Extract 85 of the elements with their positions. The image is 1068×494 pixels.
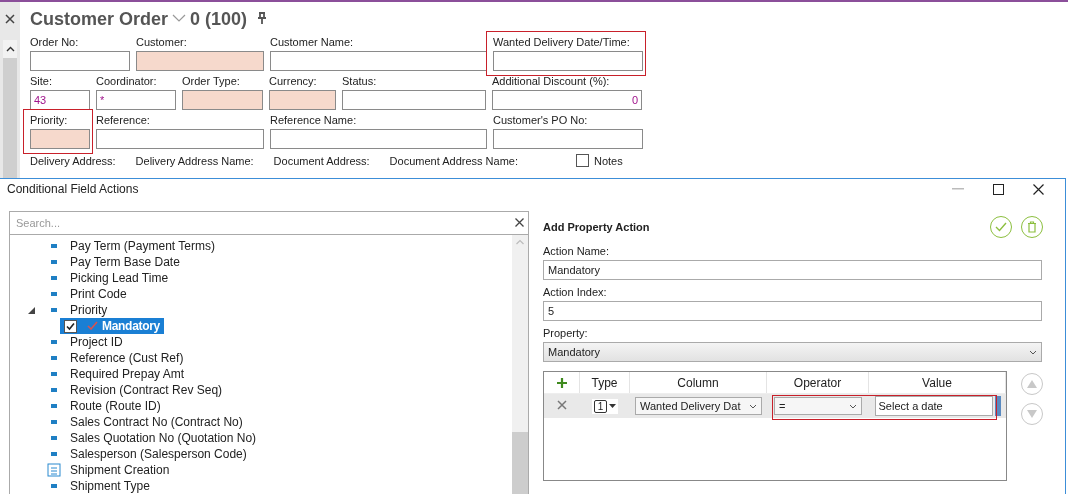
- chevron-down-icon[interactable]: [1029, 349, 1037, 355]
- tree-item[interactable]: Shipment Type: [70, 479, 150, 493]
- tree-item[interactable]: Sales Contract No (Contract No): [70, 415, 243, 429]
- field-label: Delivery Address Name:: [135, 154, 254, 167]
- checkbox[interactable]: [64, 319, 77, 333]
- page-title: Customer Order: [30, 8, 169, 30]
- date-field[interactable]: Select a date: [874, 396, 993, 416]
- input-field[interactable]: 43: [30, 90, 90, 110]
- chevron-down-icon[interactable]: [749, 403, 757, 409]
- tree-item[interactable]: Revision (Contract Rev Seq): [70, 383, 223, 397]
- input-field[interactable]: [270, 129, 487, 149]
- input-field[interactable]: [493, 129, 643, 149]
- scrollbar-thumb[interactable]: [512, 432, 528, 494]
- tree-item[interactable]: Pay Term Base Date: [70, 255, 180, 269]
- input-field[interactable]: Mandatory: [543, 260, 1042, 280]
- pin-icon[interactable]: [257, 11, 268, 27]
- dialog-title: Conditional Field Actions: [7, 182, 140, 196]
- field-label: Additional Discount (%):: [492, 75, 611, 87]
- tree-item[interactable]: Required Prepay Amt: [70, 367, 185, 381]
- input-field[interactable]: [30, 51, 130, 71]
- list-icon: [46, 463, 62, 477]
- input-field[interactable]: 0: [492, 90, 642, 110]
- column-header: Type: [580, 372, 630, 393]
- required-input-field[interactable]: [136, 51, 264, 71]
- required-input-field[interactable]: [269, 90, 336, 110]
- field-label: Document Address:: [273, 154, 370, 167]
- column-header: Value: [869, 372, 1006, 393]
- field-label: Reference:: [96, 114, 151, 126]
- notes-label: Notes: [594, 154, 623, 167]
- field-label: Delivery Address:: [30, 154, 116, 167]
- required-input-field[interactable]: [30, 129, 90, 149]
- clear-icon[interactable]: [515, 217, 524, 229]
- field-label: Wanted Delivery Date/Time:: [493, 36, 631, 48]
- tree-item[interactable]: Reference (Cust Ref): [70, 351, 184, 365]
- tree-item[interactable]: Salesperson (Salesperson Code): [70, 447, 247, 461]
- down-triangle-icon: [1027, 410, 1037, 418]
- notes-checkbox[interactable]: [576, 154, 589, 167]
- column-header: Operator: [767, 372, 869, 393]
- up-triangle-icon: [1027, 380, 1037, 388]
- tree-item[interactable]: Project ID: [70, 335, 123, 349]
- scroll-up-icon[interactable]: [3, 40, 17, 58]
- field-label: Order Type:: [182, 75, 241, 87]
- section-heading: Add Property Action: [543, 221, 651, 233]
- field-label: Property:: [543, 327, 589, 339]
- tree-item[interactable]: Sales Quotation No (Quotation No): [70, 431, 257, 445]
- input-field[interactable]: 5: [543, 301, 1042, 321]
- input-field[interactable]: [493, 51, 643, 71]
- input-field[interactable]: [342, 90, 486, 110]
- field-label: Order No:: [30, 36, 80, 48]
- checkmark-icon: [995, 222, 1007, 232]
- field-label: Coordinator:: [96, 75, 158, 87]
- field-label: Customer:: [136, 36, 188, 48]
- input-field[interactable]: *: [96, 90, 176, 110]
- trash-icon: [1027, 221, 1037, 233]
- tree-item[interactable]: Route (Route ID): [70, 399, 161, 413]
- field-label: Status:: [342, 75, 378, 87]
- check-icon: [87, 319, 98, 333]
- tree-item[interactable]: Pay Term (Payment Terms): [70, 239, 215, 253]
- confirm-button[interactable]: [990, 216, 1012, 238]
- operator-dropdown[interactable]: =: [774, 397, 862, 415]
- dropdown-arrow-icon[interactable]: [609, 404, 617, 408]
- field-label: Customer's PO No:: [493, 114, 589, 126]
- input-field[interactable]: [270, 51, 487, 71]
- chevron-down-icon[interactable]: [849, 403, 857, 409]
- tree-item[interactable]: Picking Lead Time: [70, 271, 169, 285]
- field-label: Action Name:: [543, 245, 611, 257]
- delete-button[interactable]: [1021, 216, 1043, 238]
- field-label: Site:: [30, 75, 53, 87]
- field-label: Currency:: [269, 75, 318, 87]
- field-label: Priority:: [30, 114, 69, 126]
- input-field[interactable]: [96, 129, 264, 149]
- tree-item[interactable]: Shipment Creation: [70, 463, 170, 477]
- column-header: Column: [630, 372, 767, 393]
- required-input-field[interactable]: [182, 90, 263, 110]
- field-label: Reference Name:: [270, 114, 358, 126]
- type-dropdown[interactable]: 1: [591, 398, 619, 414]
- tree-item[interactable]: Mandatory: [60, 318, 164, 334]
- record-counter: 0 (100): [190, 8, 248, 30]
- property-dropdown[interactable]: Mandatory: [543, 342, 1042, 362]
- field-label: Customer Name:: [270, 36, 355, 48]
- tree-item[interactable]: Priority: [70, 303, 108, 317]
- field-label: Document Address Name:: [389, 154, 518, 167]
- field-label: Action Index:: [543, 286, 608, 298]
- tree-item[interactable]: Print Code: [70, 287, 127, 301]
- column-dropdown[interactable]: Wanted Delivery Dat: [635, 397, 762, 415]
